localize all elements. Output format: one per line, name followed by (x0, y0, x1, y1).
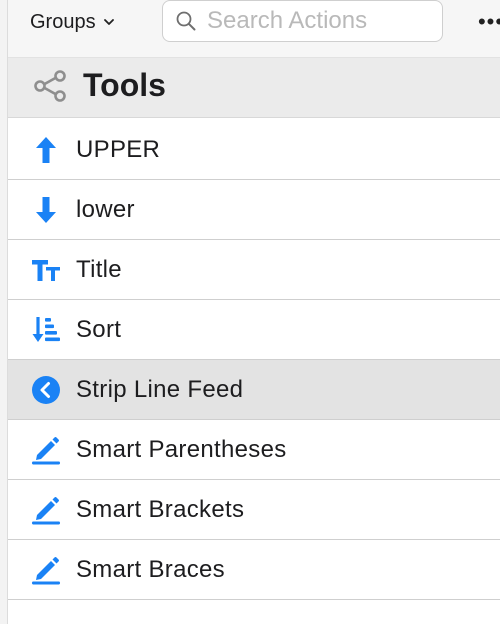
list-item-smart-parentheses[interactable]: Smart Parentheses (8, 420, 500, 480)
search-input[interactable] (207, 7, 432, 35)
arrow-up-icon (30, 134, 62, 166)
list-item-strip-line-feed[interactable]: Strip Line Feed (8, 360, 500, 420)
pencil-underline-icon (30, 494, 62, 526)
groups-label: Groups (30, 10, 96, 33)
list-item-label: UPPER (76, 135, 161, 163)
list-item-title[interactable]: Title (8, 240, 500, 300)
list-item-lower[interactable]: lower (8, 180, 500, 240)
pencil-underline-icon (30, 434, 62, 466)
section-title: Tools (83, 67, 166, 103)
arrow-down-icon (30, 194, 62, 226)
toolbar: Groups ••• (8, 0, 500, 58)
list-item-sort[interactable]: Sort (8, 300, 500, 360)
more-options-button[interactable]: ••• (477, 9, 500, 34)
actions-list: UPPER lower Title Sort Strip Line Feed S… (8, 120, 500, 600)
list-item-label: Smart Parentheses (76, 435, 287, 463)
list-item-label: Title (76, 255, 122, 283)
groups-menu-button[interactable]: Groups (30, 8, 114, 36)
window-left-edge (0, 0, 8, 624)
search-icon (176, 11, 196, 31)
list-item-smart-braces[interactable]: Smart Braces (8, 540, 500, 600)
list-item-label: Strip Line Feed (76, 375, 244, 403)
more-options-label: ••• (477, 9, 500, 34)
chevron-left-circle-icon (30, 374, 62, 406)
pencil-underline-icon (30, 554, 62, 586)
chevron-down-icon (103, 19, 114, 25)
search-field[interactable] (162, 0, 443, 42)
list-item-upper[interactable]: UPPER (8, 120, 500, 180)
sort-icon (30, 314, 62, 346)
share-icon (34, 70, 66, 102)
list-item-smart-brackets[interactable]: Smart Brackets (8, 480, 500, 540)
section-header: Tools (8, 58, 500, 118)
text-size-icon (30, 254, 62, 286)
list-item-label: Smart Brackets (76, 495, 245, 523)
list-item-label: Smart Braces (76, 555, 225, 583)
list-item-label: lower (76, 195, 135, 223)
list-item-label: Sort (76, 315, 122, 343)
